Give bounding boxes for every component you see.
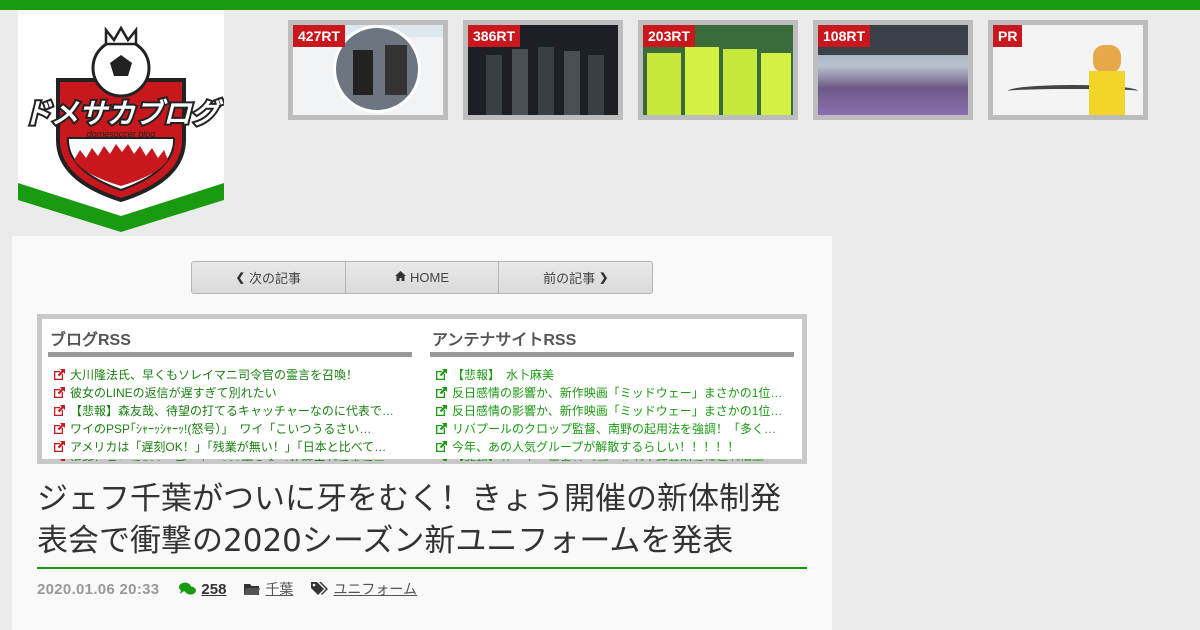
ranking-thumb-5[interactable]: PR [988,20,1148,120]
ranking-thumb-4[interactable]: 108RT [813,20,973,120]
logo-subtext: domesoccer blog [87,129,156,139]
external-link-icon [54,369,65,380]
external-link-icon [436,387,447,398]
rss-item[interactable]: 反日感情の影響か、新作映画「ミッドウェー」まさかの1位… [430,384,794,402]
rss-item[interactable]: ワイのPSP｢ｼｬｰｯｼｬｰｯ!(怒号）｣ ワイ「こいつうるさい… [48,420,412,438]
external-link-icon [436,405,447,416]
rss-item[interactable]: 【悲報】サッカー天皇リバプールが人種差別で評価が爆下… [430,456,794,461]
ranking-thumb-3[interactable]: 203RT [638,20,798,120]
category-link[interactable]: 千葉 [244,579,293,599]
rss-item-label: アメリカは「遅刻OK！」「残業が無い！」「日本と比べて… [70,440,387,454]
rss-item[interactable]: 【悲報】 水卜麻美 [430,366,794,384]
rss-item[interactable]: 【悲報】森友哉、待望の打てるキャッチャーなのに代表で… [48,402,412,420]
rt-badge: 386RT [468,25,521,47]
rss-item-label: リバプールのクロップ監督、南野の起用法を強調！「多く… [452,422,777,436]
rss-item-label: ワイのPSP｢ｼｬｰｯｼｬｰｯ!(怒号）｣ ワイ「こいつうるさい… [70,422,372,436]
chevron-left-icon: ❮ [235,272,245,284]
rss-item[interactable]: 近所にランチ500、ディナー980円の食べ放題店ができてワ… [48,456,412,461]
article-title: ジェフ千葉がついに牙をむく！きょう開催の新体制発表会で衝撃の2020シーズン新ユ… [37,481,781,559]
blog-rss: ブログRSS 大川隆法氏、早くもソレイマニ司令官の霊言を召喚！ 彼女のLINEの返… [48,323,412,461]
external-link-icon [54,405,65,416]
top-accent-bar [0,0,1200,10]
rss-item-label: 反日感情の影響か、新作映画「ミッドウェー」まさかの1位… [452,404,783,418]
tags-icon [311,582,329,595]
rss-item[interactable]: 大川隆法氏、早くもソレイマニ司令官の霊言を召喚！ [48,366,412,384]
rss-item-label: 【悲報】サッカー天皇リバプールが人種差別で評価が爆下… [452,458,776,461]
ranking-thumb-1[interactable]: 427RT [288,20,448,120]
comments-link[interactable]: 258 [179,581,226,598]
rss-item-label: 【悲報】 水卜麻美 [452,368,555,382]
home-icon [395,271,406,284]
prev-article-label: 前の記事 [543,271,596,286]
site-logo[interactable]: ドメサカブログ domesoccer blog [18,10,224,232]
external-link-icon [436,369,447,380]
rss-item[interactable]: リバプールのクロップ監督、南野の起用法を強調！「多く… [430,420,794,438]
chevron-right-icon: ❯ [599,272,609,284]
next-article-label: 次の記事 [248,271,301,286]
external-link-icon [54,423,65,434]
tag-label: ユニフォーム [333,581,418,597]
comments-icon [179,582,197,595]
rss-item-label: 【悲報】森友哉、待望の打てるキャッチャーなのに代表で… [70,404,394,418]
external-link-icon [436,441,447,452]
rss-item-label: 近所にランチ500、ディナー980円の食べ放題店ができてワ… [70,458,397,461]
category-label: 千葉 [265,581,294,597]
rt-badge: 427RT [293,25,346,47]
post-date: 2020.01.06 20:33 [37,580,160,598]
article-nav: ❮ 次の記事 HOME 前の記事 ❯ [191,261,653,294]
blog-rss-title: ブログRSS [48,323,412,357]
ranking-thumb-2[interactable]: 386RT [463,20,623,120]
logo-text: ドメサカブログ [23,98,224,129]
external-link-icon [436,423,447,434]
rss-item-label: 反日感情の影響か、新作映画「ミッドウェー」まさかの1位… [452,386,783,400]
rt-badge: 108RT [818,25,871,47]
title-divider [37,567,807,569]
rt-badge: 203RT [643,25,696,47]
rss-item-label: 大川隆法氏、早くもソレイマニ司令官の霊言を召喚！ [70,368,359,382]
antenna-rss-title: アンテナサイトRSS [430,323,794,357]
article-meta: 2020.01.06 20:33 258 千葉 ユニフォーム [37,579,417,599]
main-content: ❮ 次の記事 HOME 前の記事 ❯ ブログRSS 大川隆法氏、早くもソレイマニ… [12,236,832,630]
external-link-icon [60,459,65,461]
rss-item[interactable]: アメリカは「遅刻OK！」「残業が無い！」「日本と比べて… [48,438,412,456]
rss-item-label: 今年、あの人気グループが解散するらしい！！！！！ [452,440,740,454]
next-article-button[interactable]: ❮ 次の記事 [192,262,346,293]
home-label: HOME [410,270,449,285]
prev-article-button[interactable]: 前の記事 ❯ [499,262,652,293]
antenna-rss: アンテナサイトRSS 【悲報】 水卜麻美反日感情の影響か、新作映画「ミッドウェー… [430,323,794,461]
external-link-icon [54,441,65,452]
tag-link[interactable]: ユニフォーム [311,579,417,599]
comment-count: 258 [201,580,227,598]
antenna-rss-list: 【悲報】 水卜麻美反日感情の影響か、新作映画「ミッドウェー」まさかの1位… 反日感… [430,366,794,461]
rss-item[interactable]: 彼女のLINEの返信が遅すぎて別れたい [48,384,412,402]
rss-item[interactable]: 今年、あの人気グループが解散するらしい！！！！！ [430,438,794,456]
rss-box: ブログRSS 大川隆法氏、早くもソレイマニ司令官の霊言を召喚！ 彼女のLINEの返… [37,314,807,464]
rt-badge: PR [993,25,1023,47]
folder-icon [244,583,261,595]
rss-item[interactable]: 反日感情の影響か、新作映画「ミッドウェー」まさかの1位… [430,402,794,420]
external-link-icon [54,387,65,398]
blog-rss-list: 大川隆法氏、早くもソレイマニ司令官の霊言を召喚！ 彼女のLINEの返信が遅すぎて別… [48,366,412,461]
rss-item-label: 彼女のLINEの返信が遅すぎて別れたい [70,386,277,400]
home-button[interactable]: HOME [346,262,500,293]
external-link-icon [442,459,447,461]
